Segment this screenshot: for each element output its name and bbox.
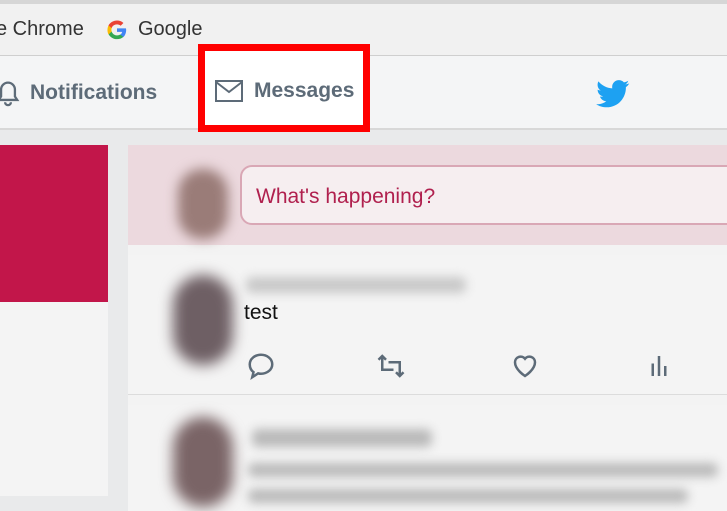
avatar[interactable] <box>178 169 228 239</box>
tweet-text: test <box>244 301 278 324</box>
nav-notifications-label: Notifications <box>30 81 158 104</box>
profile-card <box>0 145 108 496</box>
envelope-icon <box>215 80 243 102</box>
tweet-card[interactable] <box>128 405 727 511</box>
retweet-icon[interactable] <box>376 351 406 381</box>
google-g-icon <box>107 20 127 39</box>
reply-icon[interactable] <box>246 351 276 381</box>
compose-input[interactable]: What's happening? <box>240 165 727 225</box>
tweet-author-blurred <box>246 277 466 293</box>
profile-banner[interactable] <box>0 145 108 302</box>
twitter-bird-icon[interactable] <box>596 80 630 108</box>
bookmark-label: Google <box>138 18 203 40</box>
tweet-actions <box>240 351 720 381</box>
timeline: What's happening? test <box>128 145 727 511</box>
bookmark-chrome[interactable]: e Chrome <box>0 18 84 41</box>
tweet-author-blurred <box>252 429 432 447</box>
tweet-text-blurred <box>248 489 688 503</box>
bookmark-google[interactable]: Google <box>106 18 203 41</box>
compose-placeholder: What's happening? <box>256 185 436 208</box>
nav-messages-label: Messages <box>254 79 355 102</box>
avatar[interactable] <box>173 417 233 507</box>
tweet-compose-box: What's happening? <box>128 145 727 245</box>
avatar[interactable] <box>173 275 233 365</box>
tweet-card[interactable]: test <box>128 255 727 395</box>
tweet-text-blurred <box>248 463 718 477</box>
nav-messages[interactable]: Messages <box>214 78 354 104</box>
nav-notifications[interactable]: Notifications <box>0 78 157 108</box>
analytics-icon[interactable] <box>644 351 674 381</box>
like-icon[interactable] <box>510 351 540 381</box>
bookmark-label: e Chrome <box>0 18 84 40</box>
bell-icon <box>0 81 20 107</box>
